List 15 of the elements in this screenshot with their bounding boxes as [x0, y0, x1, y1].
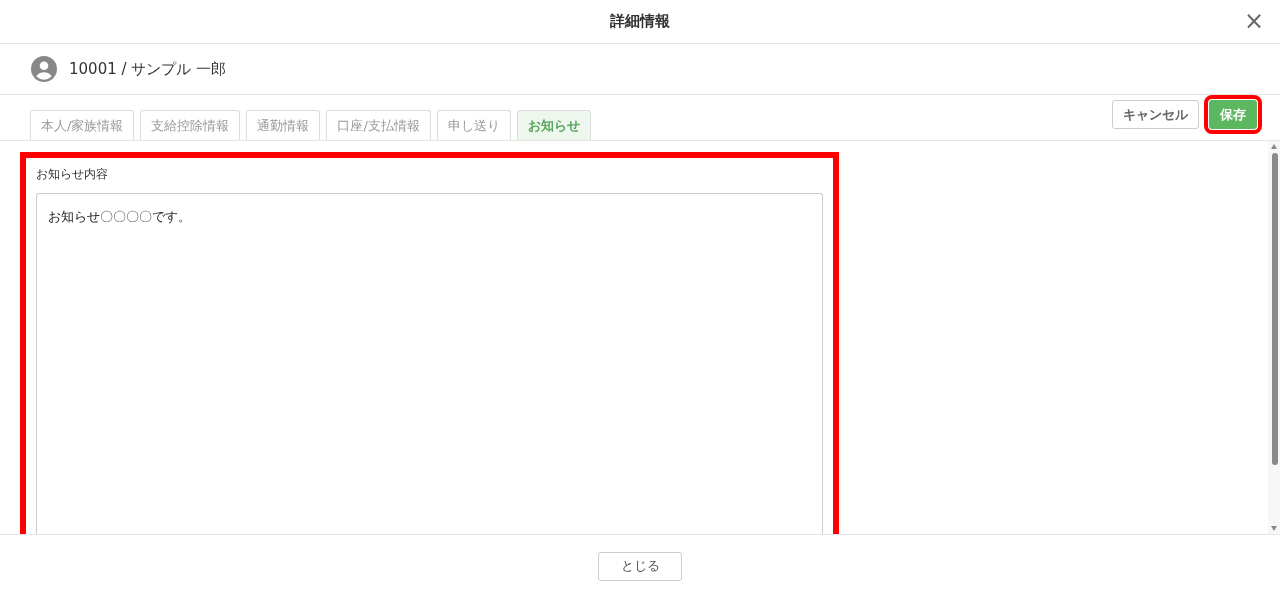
tab[interactable]: 通勤情報 — [246, 110, 321, 140]
close-button[interactable]: × — [1239, 8, 1268, 34]
notice-field[interactable]: お知らせ〇〇〇〇です。 — [36, 193, 823, 534]
tab[interactable]: 本人/家族情報 — [30, 110, 135, 140]
employee-name: 10001 / サンプル 一郎 — [69, 59, 227, 79]
tab[interactable]: お知らせ — [516, 110, 591, 140]
cancel-button[interactable]: キャンセル — [1112, 100, 1199, 129]
window-title: 詳細情報 — [610, 12, 670, 31]
close-dialog-button[interactable]: とじる — [598, 551, 682, 581]
scrollbar[interactable] — [1268, 141, 1280, 534]
field-label: お知らせ内容 — [36, 166, 109, 183]
tab[interactable]: 支給控除情報 — [140, 110, 241, 140]
user-avatar-icon — [31, 56, 57, 82]
tab[interactable]: 口座/支払情報 — [326, 110, 431, 140]
tab[interactable]: 申し送り — [436, 110, 511, 140]
